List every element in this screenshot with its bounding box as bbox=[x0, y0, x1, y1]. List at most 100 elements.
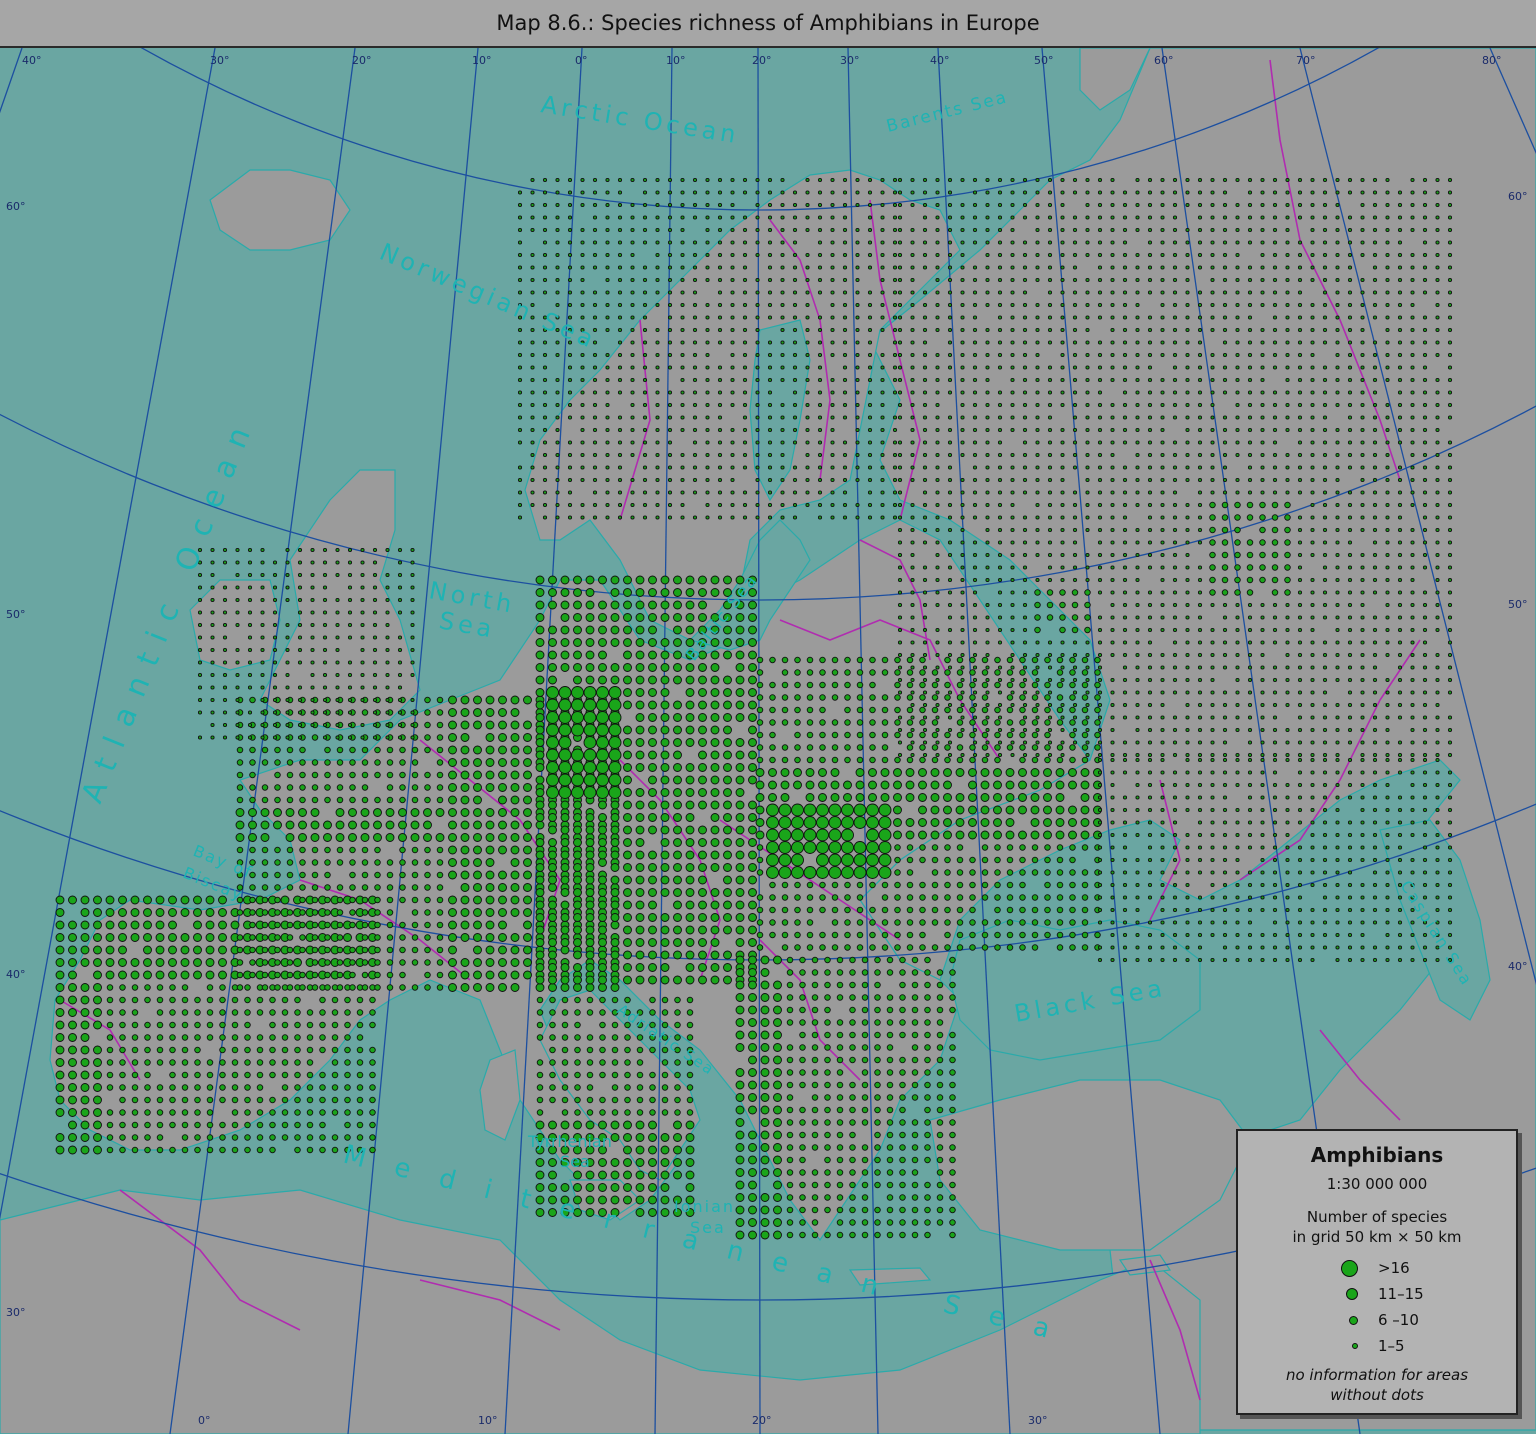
species-dot bbox=[635, 838, 645, 847]
species-dot bbox=[635, 600, 645, 610]
species-dot bbox=[935, 665, 940, 670]
species-dot bbox=[1035, 490, 1040, 495]
species-dot bbox=[335, 820, 345, 830]
species-dot bbox=[311, 909, 319, 916]
species-dot bbox=[1197, 590, 1203, 595]
species-dot bbox=[1060, 277, 1065, 283]
species-dot bbox=[1097, 365, 1103, 370]
species-dot bbox=[1272, 690, 1278, 695]
species-dot bbox=[1422, 277, 1428, 283]
species-dot bbox=[748, 675, 757, 685]
species-dot bbox=[960, 690, 965, 695]
species-dot bbox=[261, 909, 269, 916]
species-dot bbox=[1010, 490, 1015, 495]
species-dot bbox=[673, 950, 682, 960]
species-dot bbox=[1147, 652, 1153, 658]
species-dot bbox=[673, 725, 682, 735]
species-dot bbox=[236, 934, 244, 941]
species-dot bbox=[997, 202, 1003, 208]
species-dot bbox=[1297, 290, 1303, 295]
species-dot bbox=[897, 665, 903, 670]
species-dot bbox=[805, 490, 810, 495]
species-dot bbox=[294, 1096, 301, 1104]
species-dot bbox=[698, 888, 707, 897]
species-dot bbox=[535, 788, 545, 797]
species-dot bbox=[231, 1146, 239, 1154]
species-dot bbox=[585, 983, 595, 992]
species-dot bbox=[1035, 527, 1040, 533]
species-dot bbox=[130, 958, 140, 967]
species-dot bbox=[792, 502, 798, 508]
species-dot bbox=[1422, 515, 1428, 520]
species-dot bbox=[1347, 277, 1353, 283]
species-dot bbox=[735, 863, 745, 872]
species-dot bbox=[1360, 490, 1365, 495]
species-dot bbox=[755, 390, 760, 395]
species-dot bbox=[830, 265, 835, 270]
species-dot bbox=[717, 315, 723, 320]
species-dot bbox=[617, 302, 623, 308]
species-dot bbox=[608, 686, 622, 699]
species-dot bbox=[598, 613, 607, 622]
species-dot bbox=[710, 900, 720, 910]
species-dot bbox=[349, 909, 356, 916]
species-dot bbox=[1071, 601, 1079, 609]
species-dot bbox=[755, 252, 760, 258]
species-dot bbox=[349, 784, 356, 791]
species-dot bbox=[880, 365, 885, 370]
species-dot bbox=[748, 825, 757, 835]
species-dot bbox=[530, 177, 535, 183]
species-dot bbox=[1010, 527, 1015, 533]
species-dot bbox=[546, 773, 559, 787]
species-dot bbox=[1284, 501, 1291, 509]
species-dot bbox=[935, 515, 940, 520]
species-dot bbox=[608, 723, 622, 737]
species-dot bbox=[1172, 340, 1178, 345]
species-dot bbox=[1347, 377, 1353, 383]
species-dot bbox=[1072, 415, 1078, 420]
species-dot bbox=[660, 738, 670, 747]
species-dot bbox=[1435, 415, 1440, 420]
species-dot bbox=[180, 945, 190, 955]
species-dot bbox=[411, 746, 419, 754]
species-dot bbox=[635, 738, 645, 747]
species-dot bbox=[623, 700, 632, 710]
species-dot bbox=[1272, 327, 1278, 333]
species-dot bbox=[1285, 215, 1290, 220]
species-dot bbox=[1060, 640, 1065, 645]
species-dot bbox=[855, 402, 860, 408]
species-dot bbox=[1347, 690, 1353, 695]
species-dot bbox=[867, 390, 873, 395]
species-dot bbox=[411, 871, 419, 879]
species-dot bbox=[648, 788, 657, 797]
species-dot bbox=[1322, 440, 1328, 445]
species-dot bbox=[1010, 602, 1015, 608]
species-dot bbox=[1322, 215, 1328, 220]
species-dot bbox=[580, 202, 585, 208]
species-dot bbox=[756, 694, 764, 701]
species-dot bbox=[349, 884, 356, 891]
species-dot bbox=[269, 1059, 276, 1066]
species-dot bbox=[424, 946, 431, 954]
species-dot bbox=[1060, 652, 1065, 658]
species-dot bbox=[1122, 552, 1128, 558]
species-dot bbox=[1347, 302, 1353, 308]
species-dot bbox=[935, 190, 940, 195]
species-dot bbox=[1285, 677, 1290, 683]
species-dot bbox=[1110, 265, 1115, 270]
species-dot bbox=[960, 502, 965, 508]
species-dot bbox=[517, 215, 523, 220]
species-dot bbox=[1335, 327, 1340, 333]
species-dot bbox=[448, 933, 457, 942]
species-dot bbox=[635, 975, 645, 985]
species-dot bbox=[567, 440, 573, 445]
species-dot bbox=[1360, 702, 1365, 708]
species-dot bbox=[869, 731, 876, 739]
species-dot bbox=[1385, 502, 1390, 508]
species-dot bbox=[244, 1084, 251, 1091]
species-dot bbox=[386, 909, 394, 916]
species-dot bbox=[1372, 640, 1378, 645]
species-dot bbox=[1122, 402, 1128, 408]
species-dot bbox=[985, 402, 990, 408]
species-dot bbox=[523, 858, 532, 867]
